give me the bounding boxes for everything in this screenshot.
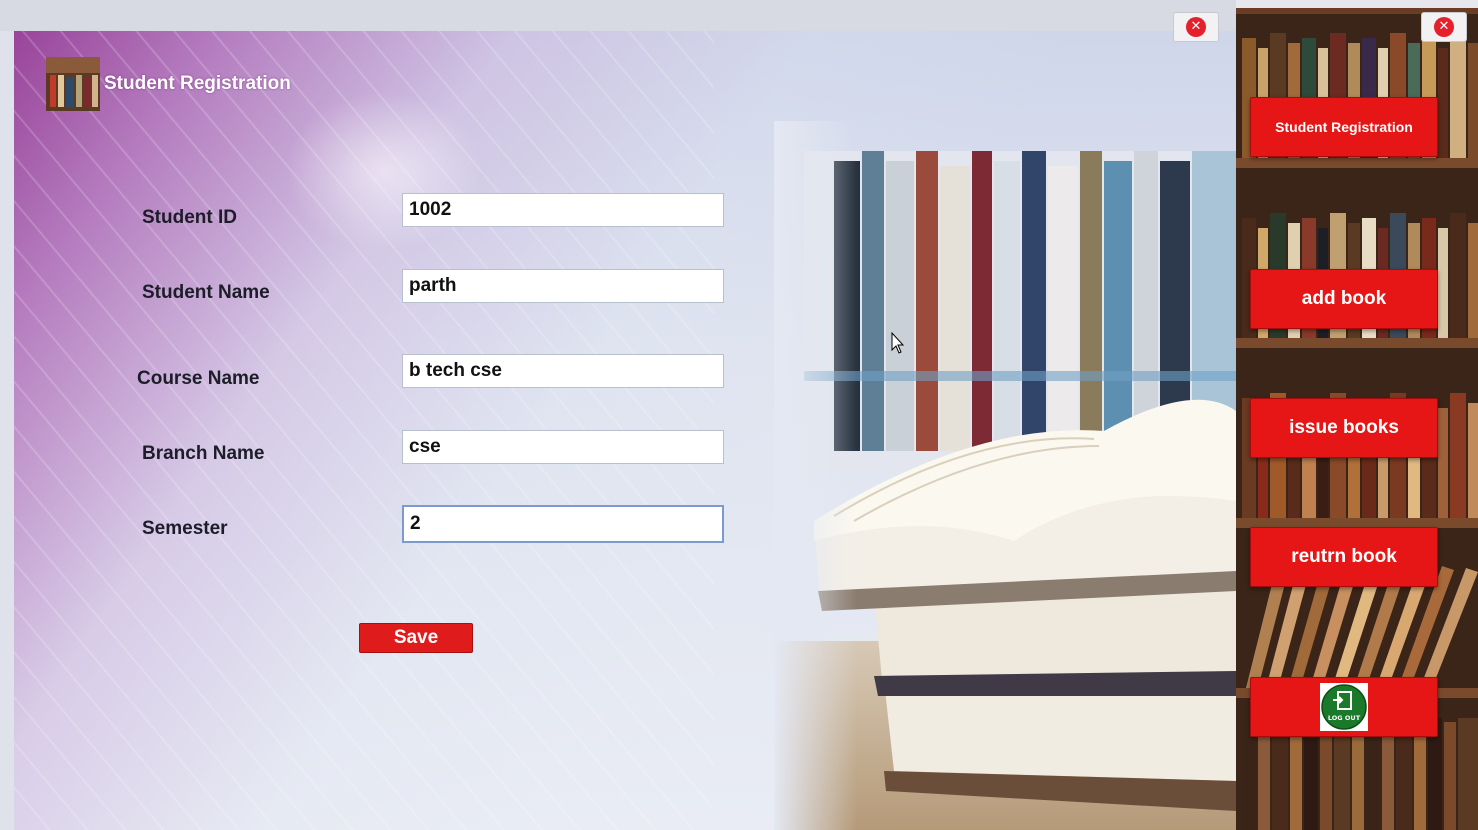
books-photo: [774, 121, 1236, 830]
page-title: Student Registration: [104, 73, 291, 94]
student-name-input[interactable]: [402, 269, 724, 303]
student-registration-button[interactable]: Student Registration: [1250, 97, 1438, 157]
window-left-edge: [0, 31, 14, 830]
semester-input[interactable]: [402, 505, 724, 543]
logout-button[interactable]: LOG OUT: [1250, 677, 1438, 737]
branch-name-input[interactable]: [402, 430, 724, 464]
close-icon: ✕: [1186, 17, 1206, 37]
student-id-input[interactable]: [402, 193, 724, 227]
course-name-input[interactable]: [402, 354, 724, 388]
issue-books-button[interactable]: issue books: [1250, 398, 1438, 458]
branch-name-label: Branch Name: [142, 443, 265, 464]
sidebar-close-button[interactable]: ✕: [1421, 12, 1467, 42]
mouse-cursor-icon: [891, 332, 905, 354]
add-book-button[interactable]: add book: [1250, 269, 1438, 329]
course-name-label: Course Name: [137, 368, 260, 389]
close-icon: ✕: [1434, 17, 1454, 37]
return-book-button[interactable]: reutrn book: [1250, 527, 1438, 587]
student-name-label: Student Name: [142, 282, 270, 303]
logout-icon: LOG OUT: [1320, 683, 1368, 731]
sidebar: ✕ Student Registration add book issue bo…: [1236, 8, 1478, 830]
registration-panel: Student Registration Student ID Student …: [14, 31, 1236, 830]
logout-icon-text: LOG OUT: [1328, 714, 1361, 722]
main-close-button[interactable]: ✕: [1173, 12, 1219, 42]
semester-label: Semester: [142, 518, 228, 539]
save-button[interactable]: Save: [359, 623, 473, 653]
background-glow: [284, 91, 484, 251]
app-logo-icon: [46, 57, 100, 111]
student-id-label: Student ID: [142, 207, 237, 228]
window-titlebar: Student Registration: [46, 57, 291, 111]
window-top-strip: [0, 0, 1236, 31]
